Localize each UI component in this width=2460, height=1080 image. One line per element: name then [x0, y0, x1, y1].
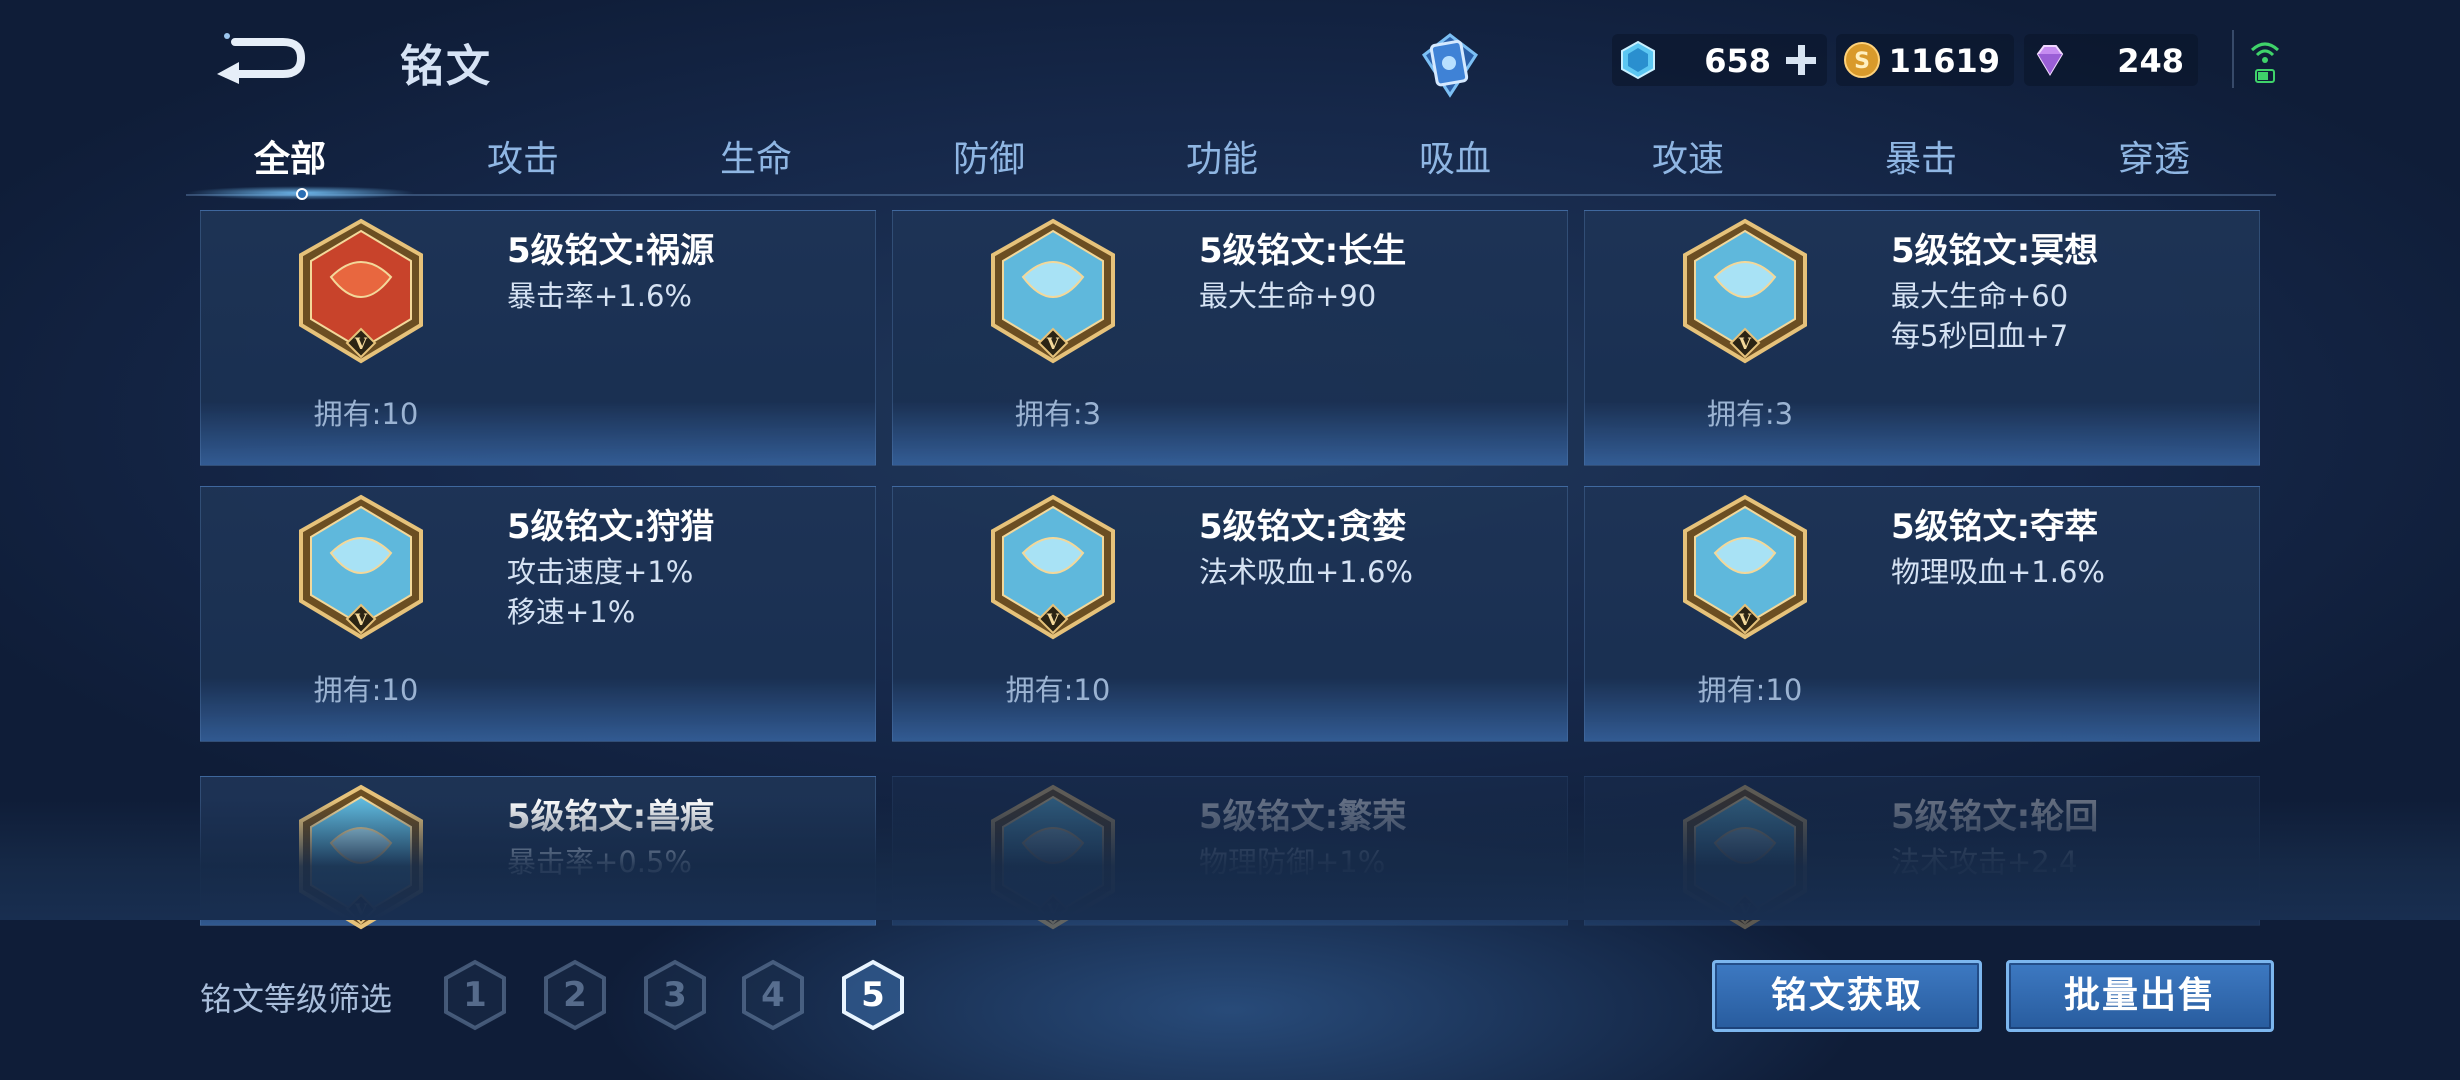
svg-text:V: V — [1046, 610, 1060, 629]
level-filter-label: 2 — [563, 975, 587, 1015]
level-filter-label: 5 — [861, 975, 885, 1015]
rune-book-icon[interactable] — [1410, 25, 1490, 105]
divider — [2232, 30, 2234, 88]
tab-all[interactable]: 全部 — [190, 130, 390, 182]
bulk-sell-button[interactable]: 批量出售 — [2006, 960, 2274, 1032]
tab-penetration[interactable]: 穿透 — [2054, 130, 2254, 182]
level-filter-4[interactable]: 4 — [738, 958, 808, 1032]
level-filter-label: 铭文等级筛选 — [200, 980, 393, 1018]
rune-emblem-icon: V — [295, 493, 427, 643]
rune-name: 5级铭文:狩猎 — [507, 507, 715, 547]
get-rune-button[interactable]: 铭文获取 — [1712, 960, 1982, 1032]
rune-emblem-icon: V — [295, 217, 427, 367]
category-tabs: 全部 攻击 生命 防御 功能 吸血 攻速 暴击 穿透 — [190, 130, 2274, 196]
rune-emblem-icon: V — [1679, 217, 1811, 367]
gem-currency: 658 — [1612, 34, 1827, 86]
network-status-icon — [2248, 36, 2282, 88]
tab-crit[interactable]: 暴击 — [1821, 130, 2021, 182]
tab-attack-speed[interactable]: 攻速 — [1588, 130, 1788, 182]
diamond-icon — [2036, 45, 2064, 76]
rune-owned-count: 拥有:10 — [1697, 673, 1803, 707]
tab-underline — [186, 194, 2276, 196]
add-gem-button[interactable] — [1783, 42, 1819, 78]
gold-currency: S 11619 — [1836, 34, 2014, 86]
tab-function[interactable]: 功能 — [1122, 130, 1322, 182]
tab-lifesteal[interactable]: 吸血 — [1355, 130, 1555, 182]
svg-text:V: V — [354, 610, 368, 629]
rune-emblem-icon: V — [1679, 493, 1811, 643]
rune-card[interactable]: V 5级铭文:狩猎攻击速度+1% 移速+1% 拥有:10 — [200, 486, 876, 742]
diamond-currency: 248 — [2024, 34, 2198, 86]
gem-icon — [1621, 40, 1655, 80]
level-filter-1[interactable]: 1 — [440, 958, 510, 1032]
tab-attack[interactable]: 攻击 — [423, 130, 623, 182]
list-fade-overlay — [0, 800, 2460, 920]
rune-owned-count: 拥有:10 — [1005, 673, 1111, 707]
rune-card[interactable]: V 5级铭文:贪婪法术吸血+1.6% 拥有:10 — [892, 486, 1568, 742]
rune-attribute: 最大生命+60 — [1891, 279, 2069, 313]
rune-owned-count: 拥有:10 — [313, 397, 419, 431]
level-filter-label: 3 — [663, 975, 687, 1015]
gold-count: 11619 — [1888, 42, 2000, 80]
level-filter-3[interactable]: 3 — [640, 958, 710, 1032]
rune-attribute: 物理吸血+1.6% — [1891, 555, 2105, 589]
back-button[interactable] — [205, 28, 310, 88]
level-filter-5[interactable]: 5 — [838, 958, 908, 1032]
svg-text:V: V — [354, 334, 368, 353]
rune-attribute: 移速+1% — [507, 595, 636, 629]
rune-owned-count: 拥有:3 — [1014, 397, 1102, 431]
rune-name: 5级铭文:贪婪 — [1199, 507, 1407, 547]
rune-attribute: 暴击率+1.6% — [507, 279, 692, 313]
rune-name: 5级铭文:冥想 — [1891, 231, 2099, 271]
svg-text:V: V — [1738, 334, 1752, 353]
rune-attribute: 攻击速度+1% — [507, 555, 694, 589]
rune-card[interactable]: V 5级铭文:夺萃物理吸血+1.6% 拥有:10 — [1584, 486, 2260, 742]
rune-emblem-icon: V — [987, 493, 1119, 643]
back-arrow-icon — [217, 33, 306, 84]
diamond-count: 248 — [2117, 42, 2184, 80]
page-title: 铭文 — [400, 41, 492, 92]
rune-owned-count: 拥有:3 — [1706, 397, 1794, 431]
rune-name: 5级铭文:长生 — [1199, 231, 1407, 271]
rune-attribute: 法术吸血+1.6% — [1199, 555, 1413, 589]
rune-emblem-icon: V — [987, 217, 1119, 367]
svg-text:S: S — [1854, 49, 1870, 74]
gem-count: 658 — [1704, 42, 1771, 80]
rune-attribute: 最大生命+90 — [1199, 279, 1377, 313]
tab-health[interactable]: 生命 — [656, 130, 856, 182]
rune-card[interactable]: V 5级铭文:长生最大生命+90 拥有:3 — [892, 210, 1568, 466]
svg-text:V: V — [1738, 610, 1752, 629]
level-filter-label: 4 — [761, 975, 785, 1015]
rune-owned-count: 拥有:10 — [313, 673, 419, 707]
rune-card[interactable]: V 5级铭文:祸源暴击率+1.6% 拥有:10 — [200, 210, 876, 466]
svg-text:V: V — [1046, 334, 1060, 353]
rune-attribute: 每5秒回血+7 — [1891, 319, 2069, 353]
rune-name: 5级铭文:祸源 — [507, 231, 715, 271]
rune-name: 5级铭文:夺萃 — [1891, 507, 2099, 547]
rune-card[interactable]: V 5级铭文:冥想最大生命+60 每5秒回血+7 拥有:3 — [1584, 210, 2260, 466]
level-filter-label: 1 — [463, 975, 487, 1015]
level-filter-2[interactable]: 2 — [540, 958, 610, 1032]
tab-active-indicator — [296, 188, 308, 200]
gold-coin-icon: S — [1844, 42, 1880, 78]
tab-defense[interactable]: 防御 — [889, 130, 1089, 182]
